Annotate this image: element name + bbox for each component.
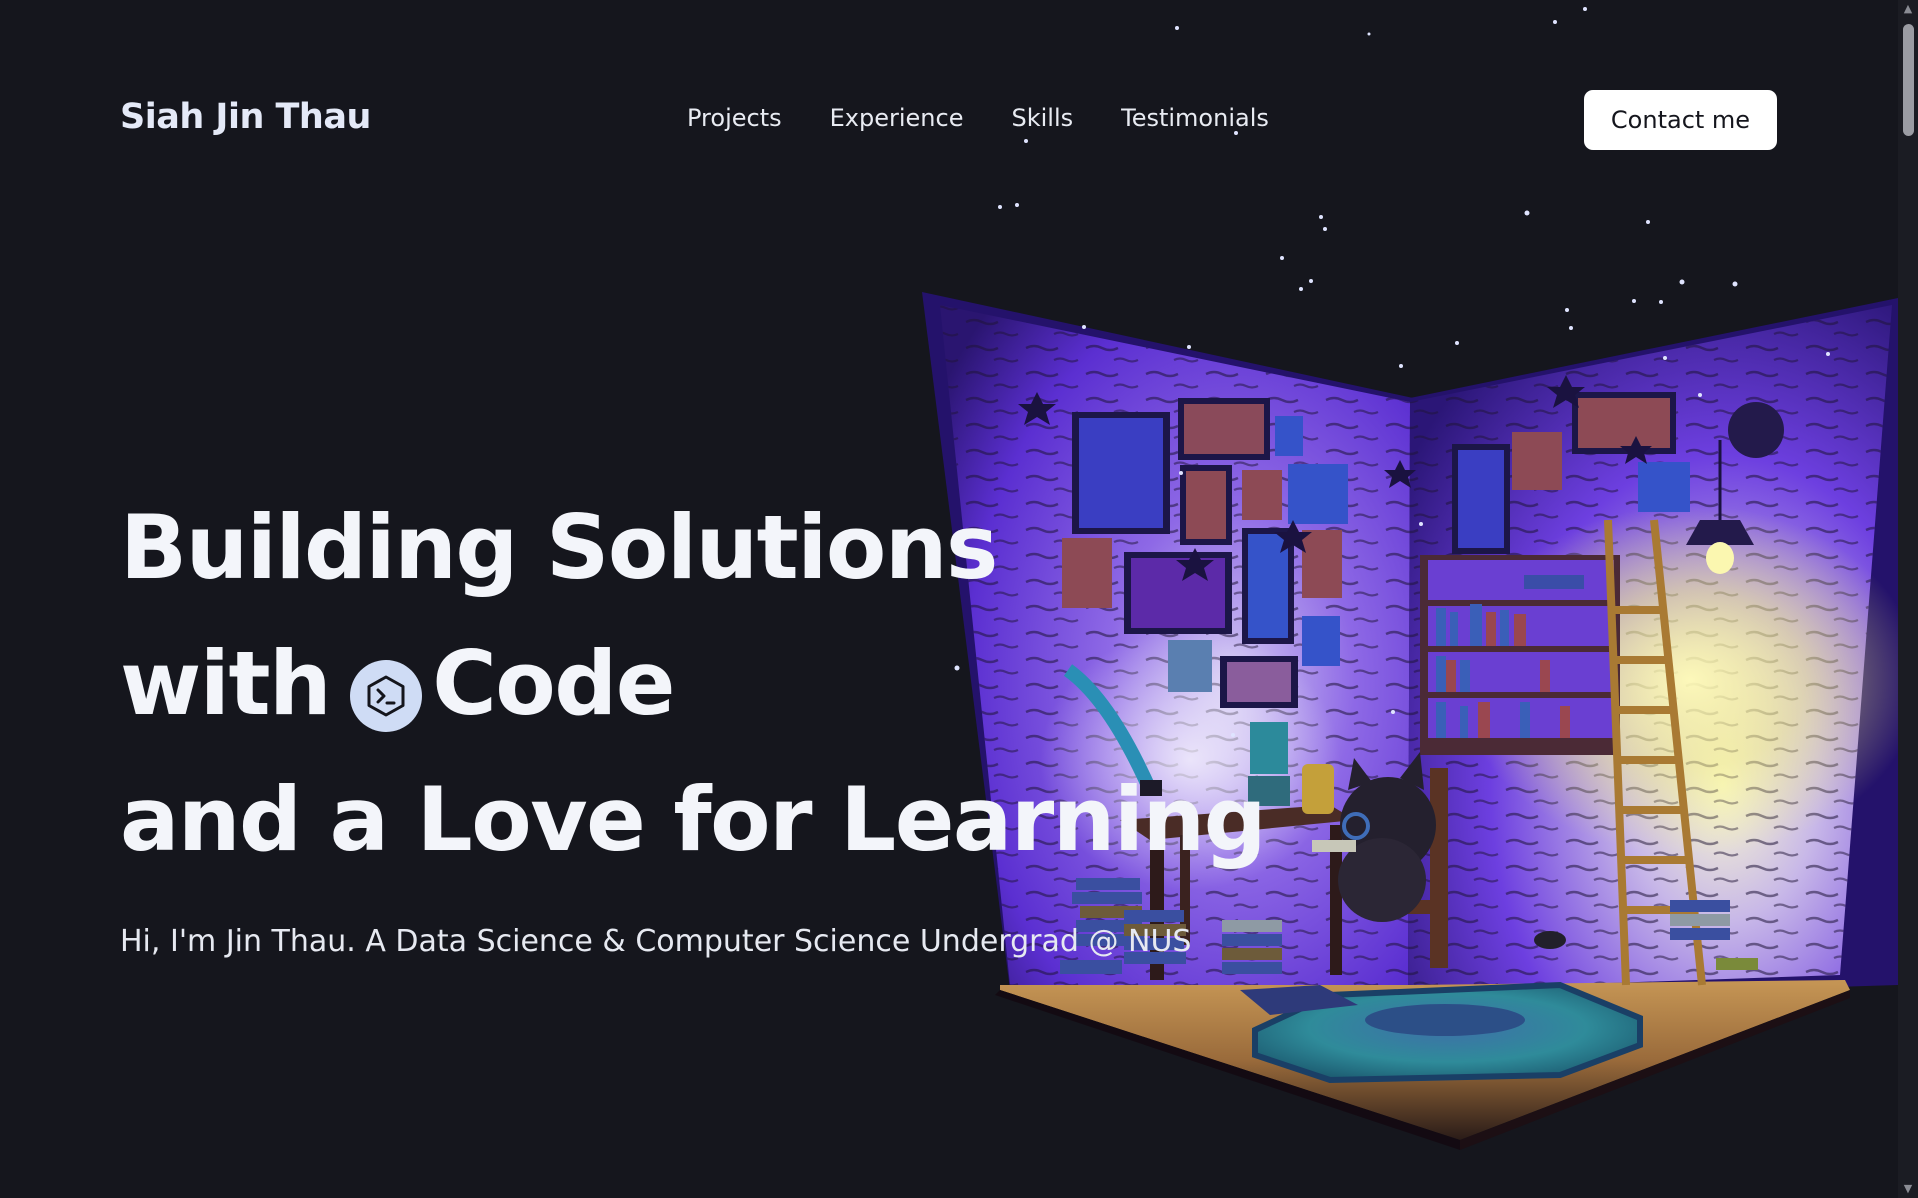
hero-line-2: with Code bbox=[120, 616, 1265, 752]
nav-link-experience[interactable]: Experience bbox=[830, 104, 964, 132]
nav-link-projects[interactable]: Projects bbox=[687, 104, 782, 132]
page: Siah Jin Thau Projects Experience Skills… bbox=[0, 0, 1918, 1198]
hero-line-1: Building Solutions bbox=[120, 496, 998, 599]
terminal-hexagon-icon bbox=[350, 660, 423, 732]
vertical-scrollbar[interactable]: ▲ ▼ bbox=[1898, 0, 1918, 1198]
hero-line-3: and a Love for Learning bbox=[120, 768, 1267, 871]
contact-me-button[interactable]: Contact me bbox=[1584, 90, 1777, 150]
site-brand[interactable]: Siah Jin Thau bbox=[120, 97, 371, 137]
nav-link-testimonials[interactable]: Testimonials bbox=[1121, 104, 1269, 132]
nav-links: Projects Experience Skills Testimonials bbox=[687, 104, 1269, 132]
hero-line-2-suffix: Code bbox=[432, 632, 675, 735]
nav-link-skills[interactable]: Skills bbox=[1011, 104, 1073, 132]
scroll-down-arrow-icon[interactable]: ▼ bbox=[1898, 1180, 1918, 1198]
bookshelf bbox=[1420, 555, 1620, 755]
hero-line-2-prefix: with bbox=[120, 632, 332, 735]
hero-subtitle: Hi, I'm Jin Thau. A Data Science & Compu… bbox=[120, 924, 1192, 959]
scrollbar-thumb[interactable] bbox=[1903, 24, 1914, 136]
top-navigation: Siah Jin Thau Projects Experience Skills… bbox=[0, 0, 1898, 240]
hero-headline: Building Solutions with Code and a Love f… bbox=[120, 480, 1267, 888]
scroll-up-arrow-icon[interactable]: ▲ bbox=[1898, 0, 1918, 18]
